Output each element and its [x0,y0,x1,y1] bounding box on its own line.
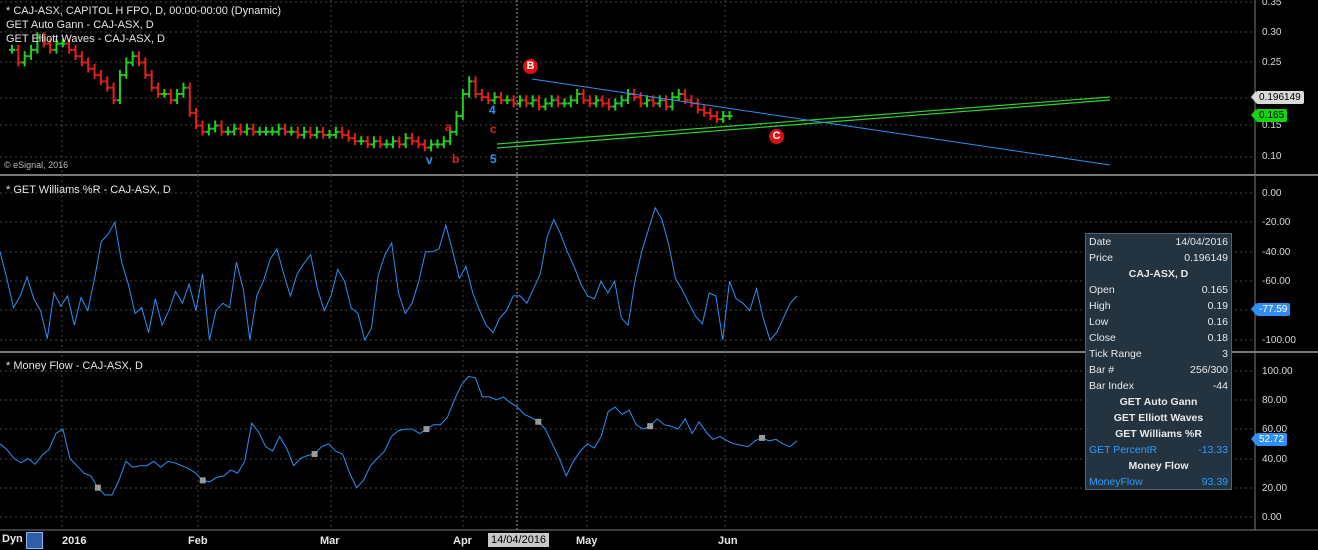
dw-study: Money Flow [1128,460,1189,472]
dw-value: 0.18 [1207,332,1228,344]
williams-line [0,206,798,342]
williams-tick: -20.00 [1262,217,1291,228]
williams-title: * GET Williams %R - CAJ-ASX, D [6,184,171,196]
dw-row-index: Bar Index -44 [1086,378,1231,394]
mf-tick: 40.00 [1262,454,1288,465]
x-label: Feb [188,535,208,547]
wave-label: 4 [489,103,496,117]
mf-tick: 80.00 [1262,395,1288,406]
price-tick: 0.30 [1262,27,1282,38]
dw-label: Price [1089,252,1113,264]
dw-value: -13.33 [1198,444,1228,456]
williams-tick: -40.00 [1262,247,1291,258]
data-window[interactable]: Date 14/04/2016 Price 0.196149 CAJ-ASX, D … [1085,233,1232,490]
study-title-elliott: GET Elliott Waves - CAJ-ASX, D [6,33,165,45]
wave-label: b [452,152,460,166]
dw-row-percentr: GET PercentR -13.33 [1086,442,1231,458]
dw-row-moneyflow: MoneyFlow 93.39 [1086,474,1231,490]
dw-label: High [1089,300,1111,312]
dw-symbol: CAJ-ASX, D [1128,268,1189,280]
x-cursor-date: 14/04/2016 [488,533,550,547]
moneyflow-marker [94,484,101,491]
dw-row-close: Close 0.18 [1086,330,1231,346]
williams-tick: -100.00 [1262,335,1296,346]
moneyflow-marker [199,477,206,484]
x-label: Apr [453,535,472,547]
link-icon[interactable] [26,532,43,549]
dw-label: Tick Range [1089,348,1142,360]
wave-label: a [445,120,452,134]
dw-value: 14/04/2016 [1175,236,1228,248]
dw-label: Close [1089,332,1116,344]
dw-value: 0.165 [1201,284,1228,296]
wave-circle-b: B [523,59,538,74]
moneyflow-marker [423,426,430,433]
moneyflow-marker [759,434,766,441]
trend-line [531,78,1111,166]
dw-study: GET Williams %R [1115,428,1202,440]
price-last-tag: 0.165 [1250,109,1288,122]
moneyflow-marker [311,451,318,458]
study-title-gann: GET Auto Gann - CAJ-ASX, D [6,19,154,31]
moneyflow-marker [535,418,542,425]
x-label: Jun [718,535,738,547]
wave-label: v [426,153,433,167]
dw-row-high: High 0.19 [1086,298,1231,314]
dw-study: GET Auto Gann [1119,396,1198,408]
dw-row-date: Date 14/04/2016 [1086,234,1231,250]
price-tick: 0.10 [1262,151,1282,162]
x-label: May [576,535,598,547]
dw-label: Date [1089,236,1112,248]
wave-label: c [490,122,497,136]
dw-label: GET PercentR [1089,444,1158,456]
dw-label: Low [1089,316,1109,328]
price-tick: 0.25 [1262,57,1282,68]
dw-row-price: Price 0.196149 [1086,250,1231,266]
williams-last-tag: -77.59 [1250,303,1291,316]
williams-tick: 0.00 [1262,188,1282,199]
williams-tick: -60.00 [1262,276,1291,287]
dw-value: 0.19 [1207,300,1228,312]
dw-value: -44 [1212,380,1228,392]
dw-value: 0.16 [1207,316,1228,328]
moneyflow-marker [647,423,654,430]
dw-label: Open [1089,284,1115,296]
dynamic-toggle[interactable]: Dyn [2,533,23,545]
dw-row-tick: Tick Range 3 [1086,346,1231,362]
dw-row-bar: Bar # 256/300 [1086,362,1231,378]
mf-tick: 20.00 [1262,483,1288,494]
dw-label: Bar # [1089,364,1115,376]
chart-title: * CAJ-ASX, CAPITOL H FPO, D, 00:00-00:00… [6,5,282,17]
dw-row-low: Low 0.16 [1086,314,1231,330]
dw-study: GET Elliott Waves [1113,412,1204,424]
x-label: 2016 [62,535,87,547]
dw-row-open: Open 0.165 [1086,282,1231,298]
mf-last-tag: 52.72 [1250,433,1288,446]
moneyflow-title: * Money Flow - CAJ-ASX, D [6,360,143,372]
dw-label: Bar Index [1089,380,1134,392]
copyright: © eSignal, 2016 [4,160,69,170]
mf-tick: 0.00 [1262,512,1282,523]
dw-value: 93.39 [1201,476,1228,488]
dw-value: 256/300 [1190,364,1228,376]
dw-label: MoneyFlow [1089,476,1143,488]
dw-value: 3 [1222,348,1228,360]
dw-value: 0.196149 [1184,252,1228,264]
x-label: Mar [320,535,340,547]
moneyflow-line [0,375,798,496]
price-cursor-tag: 0.196149 [1251,91,1304,104]
wave-label: 5 [490,152,497,166]
price-tick: 0.35 [1262,0,1282,8]
wave-circle-c: C [769,129,784,144]
mf-tick: 100.00 [1262,366,1293,377]
